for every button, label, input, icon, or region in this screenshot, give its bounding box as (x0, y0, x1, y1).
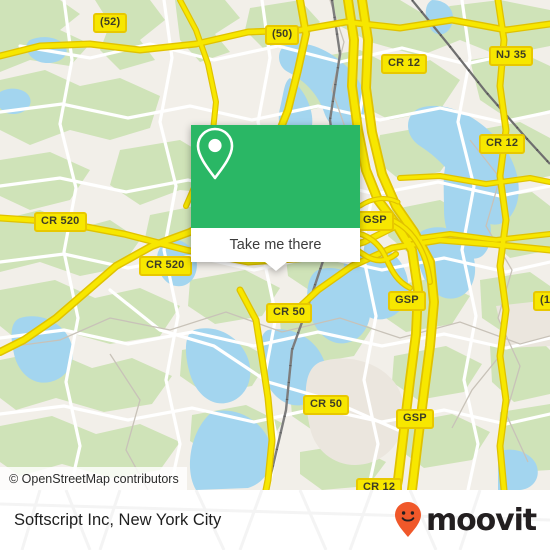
moovit-smiley-pin-icon (394, 502, 421, 537)
osm-attribution[interactable]: © OpenStreetMap contributors (0, 467, 187, 490)
popup-pointer (264, 262, 287, 271)
popup-pin-panel (191, 125, 360, 228)
road-shield: (52) (93, 13, 128, 33)
road-shield: CR 520 (139, 256, 192, 276)
road-shield: CR 12 (479, 134, 526, 154)
moovit-wordmark: moovit (425, 502, 537, 538)
road-shield: GSP (388, 291, 426, 311)
location-pin-icon (196, 127, 234, 180)
road-shield: GSP (356, 211, 394, 231)
take-me-there-label: Take me there (229, 237, 322, 253)
road-shield: GSP (396, 409, 434, 429)
road-shield: (50) (265, 25, 300, 45)
attribution-text: © OpenStreetMap contributors (9, 471, 179, 486)
footer-bar: Softscript Inc, New York City moovit (0, 490, 550, 550)
road-shield: NJ 35 (489, 46, 534, 66)
location-popup[interactable]: Take me there (191, 125, 360, 271)
moovit-logo[interactable]: moovit (393, 490, 537, 550)
road-shield: CR 520 (34, 212, 87, 232)
road-shield: CR 12 (381, 54, 428, 74)
road-shield: CR 50 (266, 303, 313, 323)
place-name-text: Softscript Inc, New York City (14, 510, 222, 529)
take-me-there-button[interactable]: Take me there (191, 228, 360, 271)
place-name: Softscript Inc, New York City (14, 490, 221, 550)
road-shield: CR 50 (303, 395, 350, 415)
road-shield: (1 (533, 291, 550, 311)
map-canvas[interactable]: (52) (50) CR 12 NJ 35 CR 12 CR 520 GSP CR 520 CR… (0, 0, 550, 490)
road-shield: CR 12 (356, 478, 403, 490)
map-screenshot: (52) (50) CR 12 NJ 35 CR 12 CR 520 GSP CR 520 CR… (0, 0, 550, 550)
